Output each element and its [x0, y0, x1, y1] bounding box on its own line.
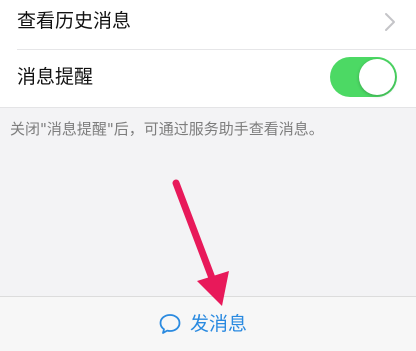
reminder-hint-text: 关闭"消息提醒"后，可通过服务助手查看消息。	[10, 120, 324, 138]
view-history-row[interactable]: 查看历史消息	[0, 0, 416, 49]
send-message-button[interactable]: 发消息	[158, 309, 247, 339]
bottom-bar: 发消息	[0, 296, 416, 351]
view-history-label: 查看历史消息	[17, 10, 132, 32]
message-reminder-toggle[interactable]	[330, 57, 397, 97]
chevron-right-icon	[385, 13, 395, 31]
message-reminder-label: 消息提醒	[17, 66, 94, 88]
toggle-knob	[359, 59, 395, 95]
send-message-label: 发消息	[190, 313, 248, 335]
chat-bubble-icon	[159, 314, 181, 334]
